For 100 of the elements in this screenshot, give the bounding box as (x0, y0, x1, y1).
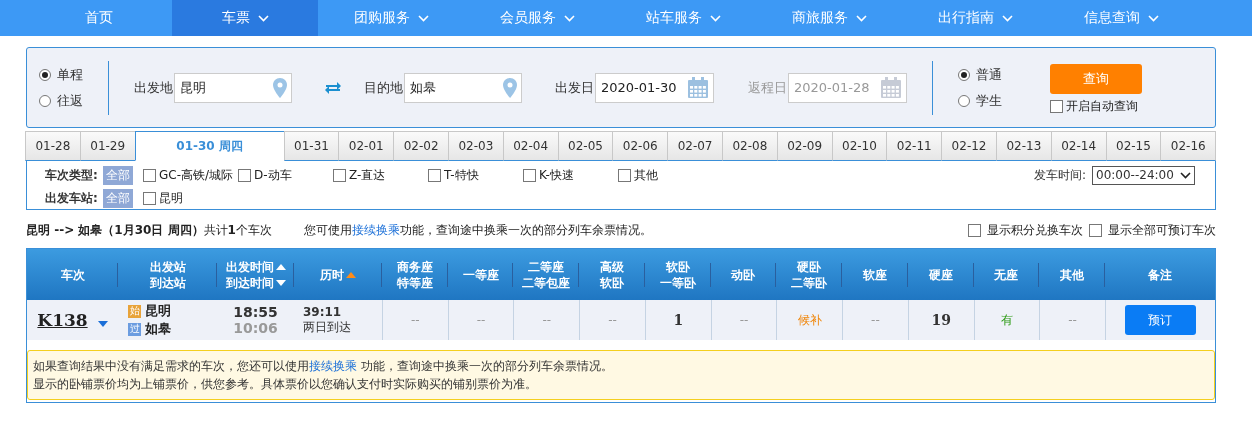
checkbox[interactable] (968, 223, 981, 237)
column-header: 备注 (1148, 266, 1172, 283)
date-tab[interactable]: 02-14 (1050, 131, 1107, 161)
seat-availability: -- (411, 313, 420, 327)
transfer-note: 您可使用接续换乘功能，查询途中换乘一次的部分列车余票情况。 (303, 221, 652, 239)
checkbox-label: D-动车 (254, 166, 292, 184)
radio-button[interactable] (39, 94, 51, 107)
date-tab[interactable]: 02-06 (612, 131, 669, 161)
checkbox[interactable] (523, 168, 536, 182)
swap-icon[interactable] (324, 80, 342, 95)
transfer-link[interactable]: 接续换乘 (351, 222, 400, 237)
book-button[interactable]: 预订 (1125, 305, 1196, 335)
sort-up-icon[interactable] (275, 263, 286, 270)
date-tab[interactable]: 02-09 (776, 131, 833, 161)
field-label: 出发地 (134, 78, 173, 97)
checkbox[interactable] (428, 168, 441, 182)
column-header: 软座 (862, 266, 887, 283)
radio-label: 普通 (976, 65, 1002, 84)
seat-availability: -- (871, 313, 880, 327)
date-tab[interactable]: 02-02 (393, 131, 449, 161)
date-tab[interactable]: 02-10 (831, 131, 888, 161)
date-tab[interactable]: 02-07 (667, 131, 723, 161)
station-name: 如皋 (145, 320, 171, 338)
result-summary: 昆明 --> 如皋（1月30日 周四）共计1个车次 (26, 221, 272, 239)
date-tab[interactable]: 01-28 (25, 131, 81, 161)
checkbox-label: 其他 (634, 166, 658, 184)
column-header: 高级 软卧 (600, 258, 625, 291)
column-header: 其他 (1060, 266, 1085, 283)
checkbox-label: 昆明 (159, 189, 183, 207)
checkbox-label: GC-高铁/城际 (159, 166, 234, 184)
checkbox-label: 显示全部可预订车次 (1108, 221, 1216, 239)
field-label: 返程日 (748, 78, 787, 97)
date-tab[interactable]: 01-31 (283, 131, 340, 161)
checkbox-label: 开启自动查询 (1066, 98, 1138, 115)
date-tab[interactable]: 02-08 (721, 131, 778, 161)
train-number[interactable]: K138 (37, 310, 88, 330)
column-header: 出发时间 到达时间 (225, 258, 286, 291)
date-tab[interactable]: 02-04 (502, 131, 559, 161)
checkbox[interactable] (1050, 100, 1063, 113)
station-tag: 过 (128, 322, 141, 336)
column-header: 一等座 (462, 266, 499, 283)
notice-text: 显示的卧铺票价均为上铺票价，供您参考。具体票价以您确认支付时实际购买的铺别票价为准。 (33, 376, 538, 393)
station-name: 昆明 (145, 302, 171, 320)
station-tag: 始 (128, 304, 141, 318)
departure-field[interactable]: 昆明 (174, 72, 292, 103)
checkbox[interactable] (1089, 223, 1102, 237)
departure-time: 18:55 (233, 304, 278, 320)
date-tab[interactable]: 02-05 (557, 131, 614, 161)
seat-availability: 1 (673, 312, 684, 328)
sort-down-icon[interactable] (275, 279, 286, 286)
checkbox-label: K-快速 (539, 166, 574, 184)
checkbox[interactable] (618, 168, 631, 182)
seat-availability: -- (739, 313, 749, 327)
seat-availability: 19 (931, 312, 951, 328)
date-tab[interactable]: 02-13 (995, 131, 1052, 161)
seat-availability: -- (1068, 313, 1077, 327)
checkbox-label: Z-直达 (349, 166, 386, 184)
notice-text: 如果查询结果中没有满足需求的车次，您还可以使用接续换乘 功能，查询途中换乘一次的部分列车余票情况。 (33, 358, 614, 375)
column-header: 二等座 二等包座 (522, 258, 571, 291)
radio-button[interactable] (958, 68, 970, 81)
arrival-time: 10:06 (233, 320, 278, 336)
date-tab[interactable]: 01-29 (79, 131, 136, 161)
chevron-down-icon (1180, 171, 1191, 179)
seat-availability: 候补 (797, 311, 822, 329)
column-header: 动卧 (731, 266, 756, 283)
transfer-link[interactable]: 接续换乘 (309, 359, 357, 373)
duration: 39:11 (303, 304, 342, 319)
radio-label: 单程 (57, 65, 83, 84)
nav-tab[interactable]: 车票 (172, 0, 318, 36)
date-tab[interactable]: 02-03 (448, 131, 504, 161)
checkbox[interactable] (333, 168, 346, 182)
time-select[interactable]: 00:00--24:00 (1092, 165, 1195, 185)
checkbox-label: T-特快 (444, 166, 479, 184)
date-field[interactable]: 2020-01-30 (595, 72, 714, 103)
date-tab[interactable]: 02-11 (886, 131, 943, 161)
date-tab[interactable]: 02-16 (1160, 131, 1217, 161)
column-header: 软卧 一等卧 (659, 258, 696, 291)
date-tab[interactable]: 02-01 (338, 131, 395, 161)
checkbox[interactable] (238, 168, 251, 182)
date-tab[interactable]: 02-15 (1105, 131, 1162, 161)
checkbox[interactable] (143, 191, 156, 205)
seat-availability: 有 (1000, 311, 1013, 329)
seat-availability: -- (542, 313, 552, 327)
column-header: 硬座 (928, 266, 953, 283)
radio-button[interactable] (958, 94, 970, 107)
column-header: 硬卧 二等卧 (791, 258, 828, 291)
column-header: 商务座 特等座 (396, 258, 433, 291)
date-tab[interactable]: 02-12 (941, 131, 997, 161)
checkbox[interactable] (143, 168, 156, 182)
radio-label: 往返 (57, 91, 83, 110)
column-header: 出发站 到达站 (149, 258, 186, 291)
radio-button[interactable] (39, 68, 51, 81)
destination-field[interactable]: 如皋 (404, 72, 522, 103)
seat-availability: -- (608, 313, 617, 327)
filter-label: 出发车站: (45, 189, 99, 207)
column-header: 历时 (320, 266, 356, 283)
column-header: 无座 (994, 266, 1019, 283)
seat-availability: -- (476, 313, 486, 327)
checkbox-label: 显示积分兑换车次 (987, 221, 1083, 239)
expand-icon[interactable] (97, 321, 108, 327)
